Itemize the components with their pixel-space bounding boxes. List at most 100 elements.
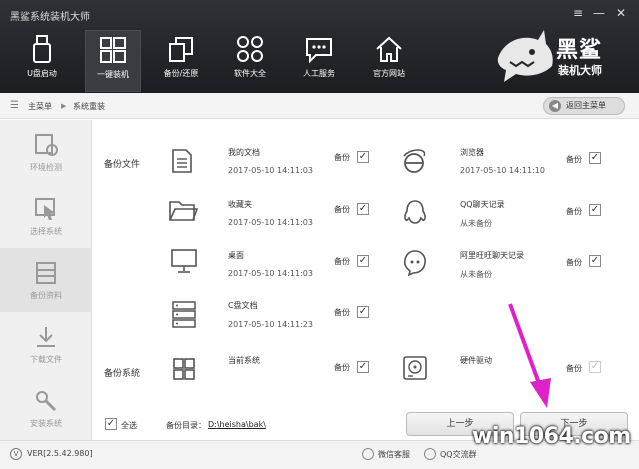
server-icon: [172, 301, 196, 328]
nav-label: 人工服务: [303, 69, 335, 78]
backup-label: 备份: [334, 363, 350, 372]
backup-label: 备份: [566, 364, 582, 373]
sidebar-item-backup-data[interactable]: 备份资料: [0, 248, 92, 312]
backup-checkbox-documents[interactable]: ✓: [357, 151, 369, 163]
nav-manual-service[interactable]: 人工服务: [291, 30, 347, 92]
logo-text-main: 黑鲨: [556, 38, 603, 63]
select-system-icon: [35, 198, 55, 220]
logo-text-sub: 装机大师: [558, 64, 602, 77]
nav-backup-restore[interactable]: 备份/还原: [153, 30, 209, 92]
wechat-icon: [362, 448, 374, 460]
shark-logo-icon: [497, 30, 553, 82]
backup-label: 备份: [566, 258, 582, 267]
breadcrumb-separator: ▶: [61, 102, 67, 110]
backup-label: 备份: [334, 153, 350, 162]
install-icon: [36, 391, 57, 412]
backup-checkbox-current-system[interactable]: ✓: [357, 361, 369, 373]
select-all-label: 全选: [121, 421, 137, 430]
windows-icon: [100, 37, 126, 63]
aliwangwang-icon: [403, 250, 426, 276]
list-icon: ☰: [10, 100, 19, 111]
section-backup-files: 备份文件: [104, 160, 141, 170]
backup-label: 备份: [334, 308, 350, 317]
item-date: 从未备份: [460, 270, 492, 279]
backup-checkbox-desktop[interactable]: ✓: [357, 255, 369, 267]
backup-label: 备份: [334, 205, 350, 214]
sidebar-item-label: 下载文件: [30, 355, 62, 364]
sidebar-item-install[interactable]: 安装系统: [0, 376, 92, 440]
chat-icon: [306, 38, 332, 64]
item-name: QQ聊天记录: [460, 200, 505, 209]
backup-checkbox-qq[interactable]: ✓: [589, 204, 601, 216]
backup-dir-label: 备份目录：: [166, 421, 206, 430]
qq-icon: [404, 200, 426, 224]
ie-icon: [403, 149, 426, 173]
download-icon: [37, 327, 55, 347]
version-text: VER[2.5.42.980]: [27, 449, 93, 458]
usb-icon: [33, 35, 51, 63]
menu-icon[interactable]: ≡: [571, 6, 585, 20]
sidebar-item-label: 选择系统: [30, 227, 62, 236]
breadcrumb: ☰ 主菜单 ▶ 系统重装 ◀ 返回主菜单: [0, 93, 639, 119]
sidebar: 环境检测 选择系统 备份资料 下载文件 安装系统: [0, 120, 92, 440]
close-button[interactable]: ✕: [614, 6, 628, 20]
back-arrow-icon: ◀: [549, 100, 561, 112]
item-date: 2017-05-10 14:11:23: [228, 320, 313, 329]
breadcrumb-root[interactable]: 主菜单: [28, 101, 52, 112]
item-name: 当前系统: [228, 356, 260, 365]
back-button-label: 返回主菜单: [566, 101, 606, 110]
backup-data-icon: [36, 262, 56, 284]
apps-grid-icon: [237, 36, 263, 62]
nav-one-click-install[interactable]: 一键装机: [85, 30, 141, 92]
nav-label: 软件大全: [234, 69, 266, 78]
folder-icon: [169, 201, 198, 221]
back-to-main-menu-button[interactable]: ◀ 返回主菜单: [543, 97, 625, 115]
backup-label: 备份: [566, 155, 582, 164]
backup-checkbox-favorites[interactable]: ✓: [357, 203, 369, 215]
item-date: 从未备份: [460, 219, 492, 228]
item-date: 2017-05-10 14:11:03: [228, 166, 313, 175]
pointer-arrow-annotation: [508, 303, 551, 408]
version-icon: V: [10, 448, 22, 460]
backup-checkbox-aliwangwang[interactable]: ✓: [589, 255, 601, 267]
backup-checkbox-c-drive[interactable]: ✓: [357, 306, 369, 318]
item-name: 桌面: [228, 251, 244, 260]
item-date: 2017-05-10 14:11:03: [228, 218, 313, 227]
nav-label: 官方网站: [373, 69, 405, 78]
backup-label: 备份: [334, 257, 350, 266]
item-name: C盘文档: [228, 301, 258, 310]
nav-label: U盘启动: [27, 69, 57, 78]
sidebar-item-select-system[interactable]: 选择系统: [0, 184, 92, 248]
section-backup-system: 备份系统: [104, 369, 141, 379]
sidebar-item-label: 备份资料: [30, 291, 62, 300]
item-date: 2017-05-10 14:11:03: [228, 269, 313, 278]
backup-label: 备份: [566, 207, 582, 216]
nav-software[interactable]: 软件大全: [222, 30, 278, 92]
sidebar-item-env-check[interactable]: 环境检测: [0, 120, 92, 184]
nav-usb-boot[interactable]: U盘启动: [14, 30, 70, 92]
nav-label: 一键装机: [97, 70, 129, 79]
item-name: 阿里旺旺聊天记录: [460, 251, 524, 260]
nav-official-site[interactable]: 官方网站: [361, 30, 417, 92]
hdd-icon: [403, 356, 427, 380]
item-name: 我的文档: [228, 148, 260, 157]
watermark: win1064.com: [472, 424, 631, 449]
backup-checkbox-browser[interactable]: ✓: [589, 152, 601, 164]
qq-group-link[interactable]: QQ交流群: [440, 449, 477, 460]
select-all-checkbox[interactable]: ✓: [105, 418, 117, 430]
brand-logo: 黑鲨 装机大师: [494, 28, 614, 86]
sidebar-item-label: 安装系统: [30, 419, 62, 428]
sidebar-item-download[interactable]: 下载文件: [0, 312, 92, 376]
wechat-service-link[interactable]: 微信客服: [378, 449, 410, 460]
title-bar: 黑鲨系统装机大师 ≡ — ✕ U盘启动 一键装机 备份/还原 软件大全 人工服务…: [0, 0, 639, 93]
item-name: 收藏夹: [228, 200, 252, 209]
env-check-icon: [35, 134, 58, 156]
sidebar-item-label: 环境检测: [30, 163, 62, 172]
backup-dir-path-link[interactable]: D:\heisha\bak\: [208, 420, 266, 429]
minimize-button[interactable]: —: [592, 6, 606, 20]
nav-label: 备份/还原: [163, 69, 199, 78]
document-icon: [172, 149, 192, 173]
item-date: 2017-05-10 14:11:10: [460, 166, 545, 175]
home-icon: [376, 36, 402, 62]
item-name: 硬件驱动: [460, 356, 492, 365]
